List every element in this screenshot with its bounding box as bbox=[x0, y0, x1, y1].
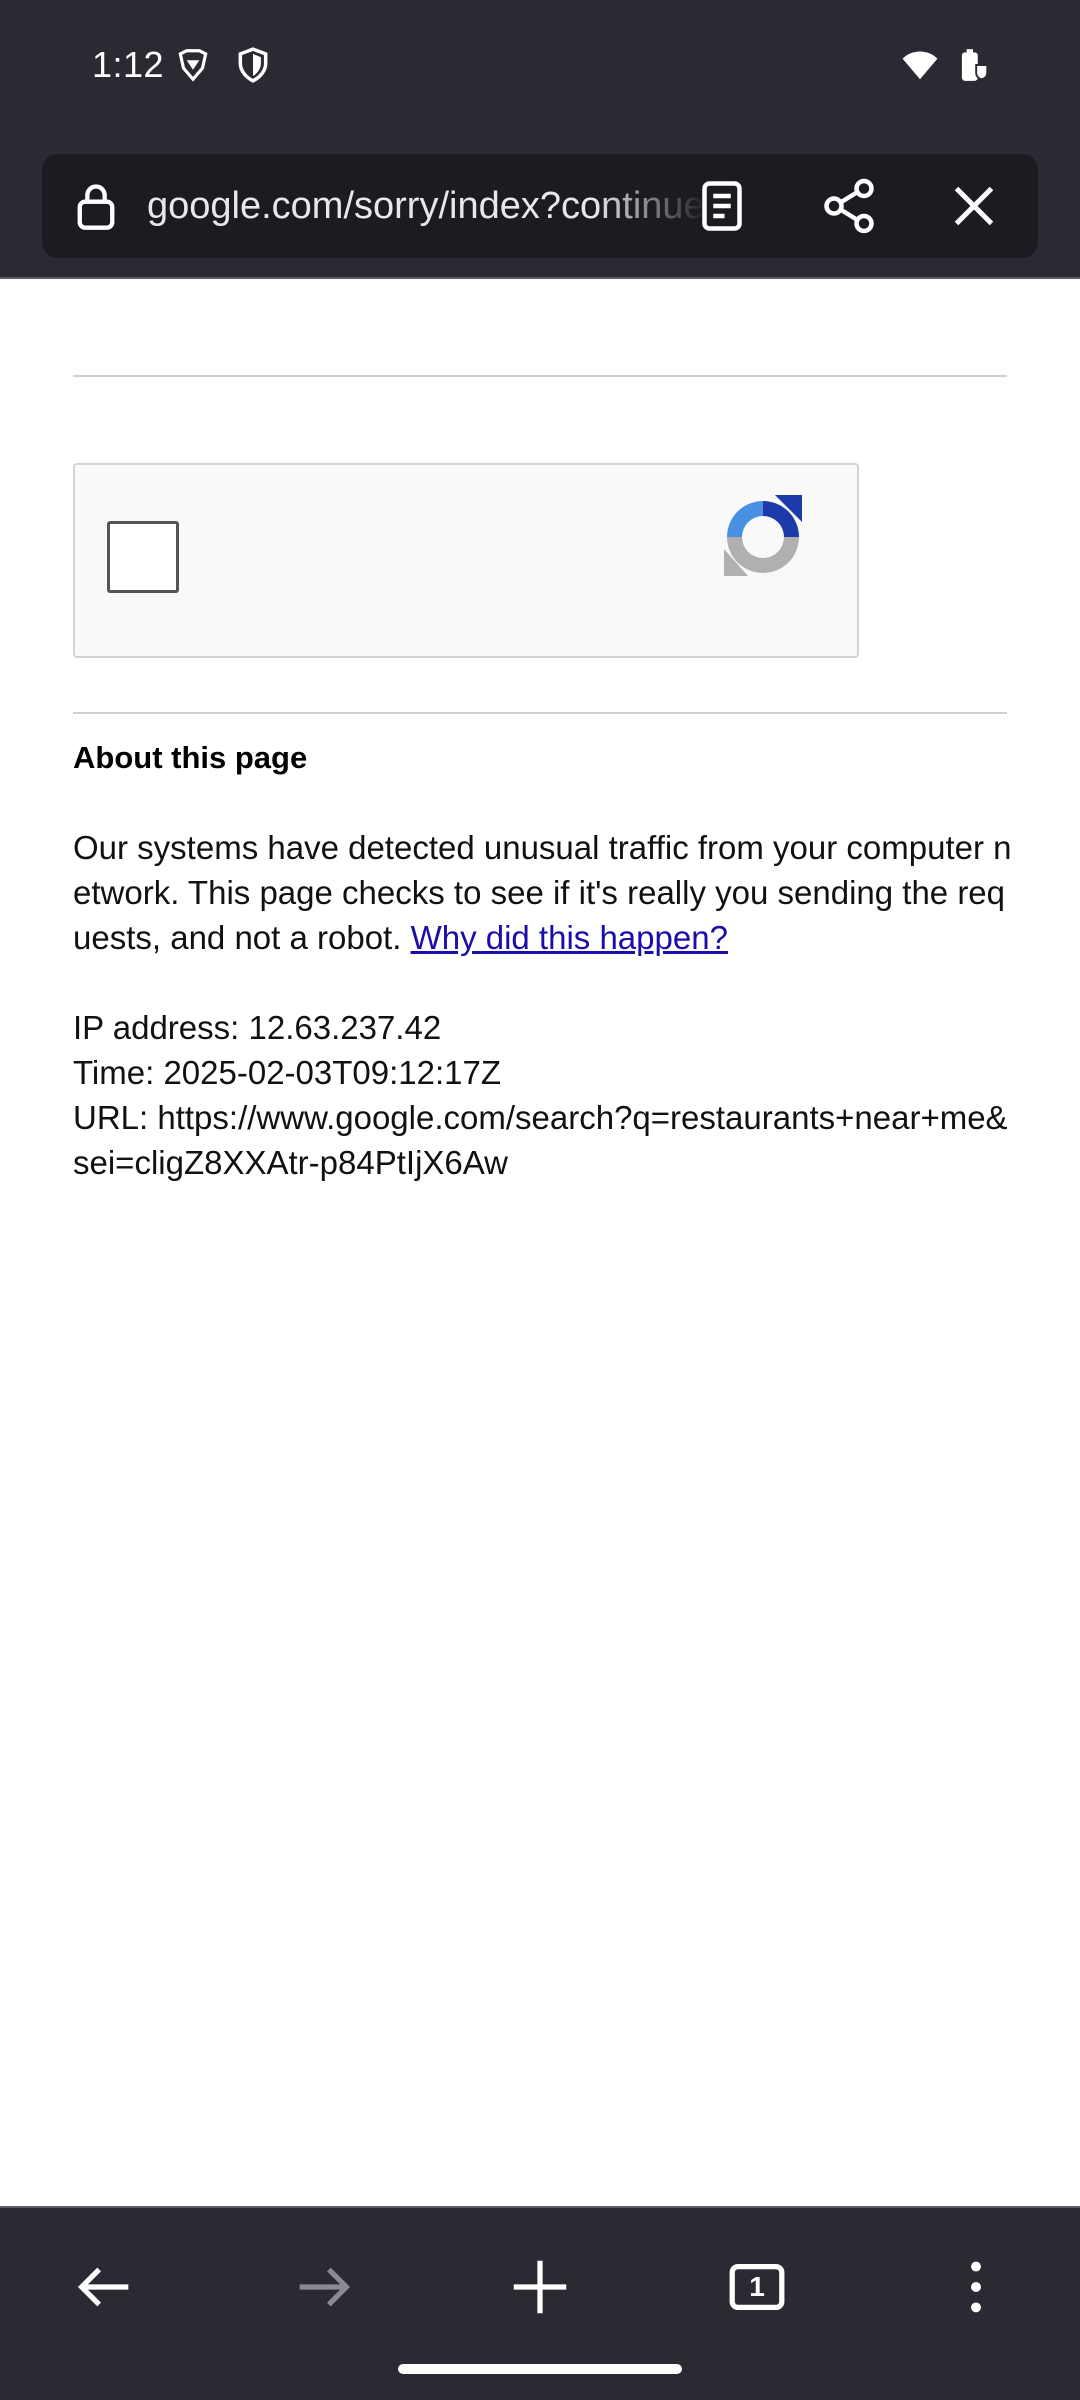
why-did-this-happen-link[interactable]: Why did this happen? bbox=[411, 919, 728, 956]
close-icon[interactable] bbox=[944, 176, 1004, 236]
forward-arrow-icon[interactable] bbox=[288, 2252, 358, 2322]
more-menu-icon[interactable] bbox=[941, 2252, 1011, 2322]
new-tab-plus-icon[interactable] bbox=[505, 2252, 575, 2322]
home-indicator[interactable] bbox=[398, 2364, 682, 2374]
url-text[interactable]: google.com/sorry/index?continue=https://… bbox=[147, 180, 707, 232]
lock-icon[interactable] bbox=[70, 180, 122, 232]
tab-count: 1 bbox=[749, 2271, 765, 2302]
status-bar: 1:12 bbox=[0, 0, 1080, 140]
toolbar-divider bbox=[0, 277, 1080, 279]
address-toolbar: google.com/sorry/index?continue=https://… bbox=[0, 140, 1080, 278]
battery-icon bbox=[961, 49, 989, 81]
ip-address-line: IP address: 12.63.237.42 bbox=[73, 1009, 442, 1046]
divider-middle bbox=[73, 712, 1007, 714]
share-icon[interactable] bbox=[819, 176, 879, 236]
status-time: 1:12 bbox=[92, 44, 165, 85]
time-line: Time: 2025-02-03T09:12:17Z bbox=[73, 1054, 502, 1091]
back-arrow-icon[interactable] bbox=[70, 2252, 140, 2322]
reader-mode-icon[interactable] bbox=[692, 176, 752, 236]
url-line: URL: https://www.google.com/search?q=res… bbox=[73, 1099, 1008, 1181]
recaptcha-logo-icon bbox=[724, 495, 802, 576]
recaptcha-checkbox[interactable] bbox=[107, 521, 179, 593]
shield-icon bbox=[238, 47, 268, 83]
wifi-icon bbox=[902, 51, 938, 80]
brave-icon bbox=[178, 49, 208, 82]
divider-top bbox=[73, 375, 1007, 377]
about-page-heading: About this page bbox=[73, 740, 308, 775]
recaptcha-widget bbox=[73, 463, 859, 658]
bottom-navigation-bar: 1 bbox=[0, 2208, 1080, 2400]
address-bar[interactable]: google.com/sorry/index?continue=https://… bbox=[42, 154, 1038, 258]
unusual-traffic-paragraph: Our systems have detected unusual traffi… bbox=[73, 825, 1013, 960]
tab-switcher-icon[interactable]: 1 bbox=[722, 2252, 792, 2322]
request-details: IP address: 12.63.237.42 Time: 2025-02-0… bbox=[73, 1005, 1013, 1185]
